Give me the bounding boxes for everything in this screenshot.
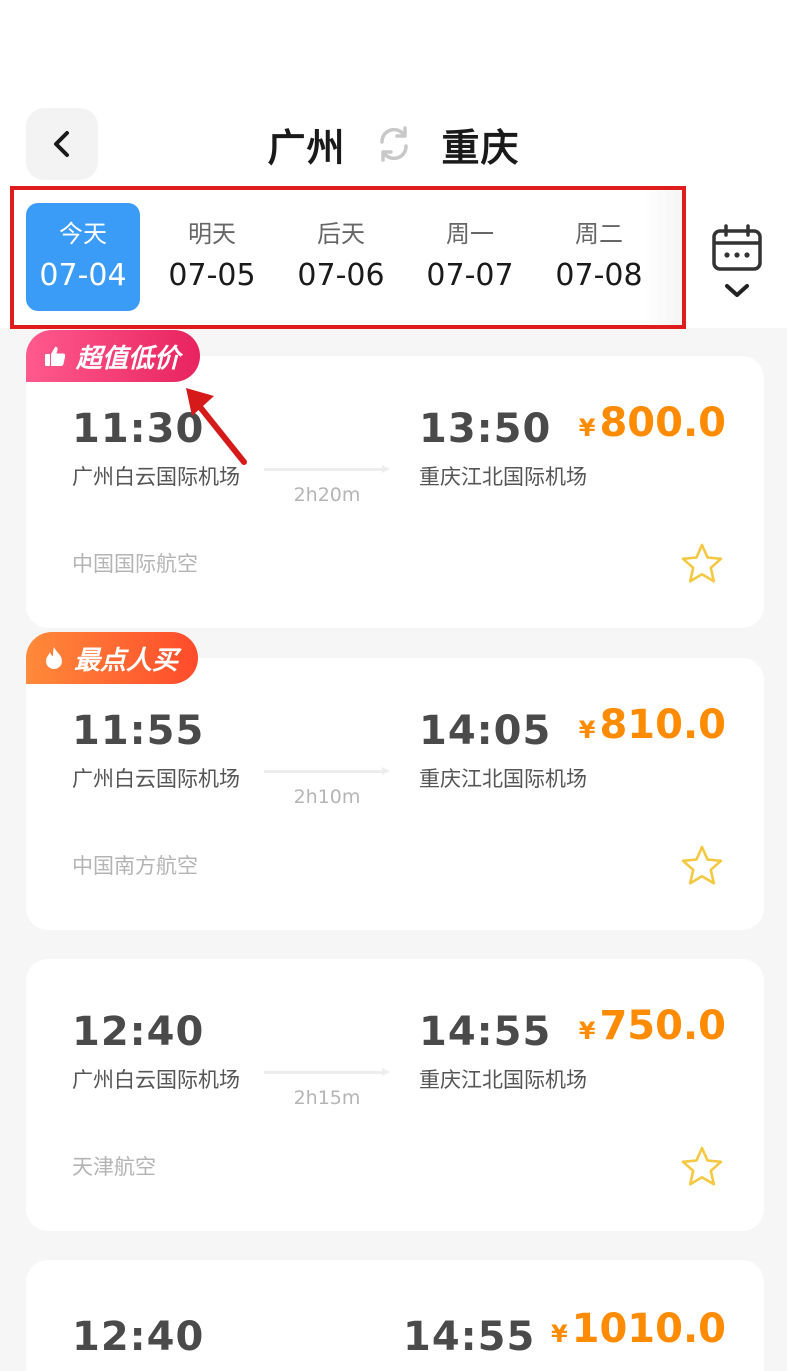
flight-card[interactable]: 11:30 广州白云国际机场 2h20m 13:50 重庆江北国际机场 ¥ 80… — [26, 356, 764, 628]
flight-duration: 2h15m — [293, 1087, 361, 1109]
top-header: 广州 重庆 今天 07-04 明天 07-05 后天 07-06 周一 07-0… — [0, 0, 787, 329]
currency-symbol: ¥ — [578, 1017, 596, 1045]
arrival-airport: 重庆江北国际机场 — [419, 1068, 587, 1092]
date-value: 07-05 — [168, 258, 256, 293]
flight-search-page: 广州 重庆 今天 07-04 明天 07-05 后天 07-06 周一 07-0… — [0, 0, 787, 1371]
calendar-icon — [712, 224, 762, 271]
flight-price: ¥ 1010.0 — [551, 1306, 726, 1352]
flight-price: ¥ 750.0 — [579, 1003, 726, 1049]
date-value: 07-07 — [426, 258, 514, 293]
flight-price: ¥ 810.0 — [579, 702, 726, 748]
date-tab-tuesday[interactable]: 周二 07-08 — [542, 203, 656, 311]
arrival-airport: 重庆江北国际机场 — [419, 465, 587, 489]
duration-arrow — [382, 767, 390, 775]
date-value: 07-04 — [39, 258, 127, 293]
date-value: 07-06 — [297, 258, 385, 293]
duration-arrow — [382, 465, 390, 473]
departure-time: 12:40 — [72, 1009, 205, 1055]
price-value: 750.0 — [599, 1003, 726, 1049]
date-strip: 今天 07-04 明天 07-05 后天 07-06 周一 07-07 周二 0… — [26, 203, 671, 311]
to-city[interactable]: 重庆 — [442, 117, 520, 172]
flight-duration: 2h20m — [293, 484, 361, 506]
badge-label: 超值低价 — [76, 343, 181, 374]
currency-symbol: ¥ — [578, 716, 596, 744]
thumbs-up-icon — [44, 345, 66, 367]
popular-badge: 最点人买 — [26, 632, 199, 684]
date-tab-today[interactable]: 今天 07-04 — [26, 203, 140, 311]
star-outline-icon[interactable] — [680, 1145, 724, 1189]
departure-time: 11:55 — [72, 708, 205, 754]
chevron-down-icon — [725, 284, 749, 297]
price-value: 1010.0 — [571, 1306, 726, 1352]
departure-airport: 广州白云国际机场 — [72, 767, 240, 791]
swap-refresh-icon — [379, 126, 408, 162]
date-tab-tomorrow[interactable]: 明天 07-05 — [155, 203, 269, 311]
arrival-airport: 重庆江北国际机场 — [419, 767, 587, 791]
route-title: 广州 重庆 — [0, 112, 787, 176]
date-weekday: 后天 — [317, 220, 365, 248]
date-weekday: 今天 — [59, 220, 107, 248]
star-outline-icon[interactable] — [680, 542, 724, 586]
date-strip-fade — [642, 190, 682, 325]
price-value: 800.0 — [599, 400, 726, 446]
date-selector-highlight: 今天 07-04 明天 07-05 后天 07-06 周一 07-07 周二 0… — [10, 186, 686, 329]
departure-airport: 广州白云国际机场 — [72, 1068, 240, 1092]
fire-icon — [44, 646, 64, 670]
departure-time: 12:40 — [72, 1314, 205, 1360]
deal-badge: 超值低价 — [26, 330, 201, 382]
arrival-time: 14:55 — [419, 1009, 552, 1055]
flight-price: ¥ 800.0 — [579, 400, 726, 446]
star-outline-icon[interactable] — [680, 844, 724, 888]
duration-line — [264, 468, 382, 471]
duration-line — [264, 1071, 382, 1074]
price-value: 810.0 — [599, 702, 726, 748]
duration-line — [264, 770, 382, 773]
flight-card[interactable]: 12:40 14:55 ¥ 1010.0 — [26, 1260, 764, 1371]
arrival-time: 14:55 — [403, 1314, 536, 1360]
currency-symbol: ¥ — [550, 1320, 568, 1348]
arrival-time: 14:05 — [419, 708, 552, 754]
arrival-time: 13:50 — [419, 406, 552, 452]
swap-cities-button[interactable] — [372, 122, 416, 166]
date-tab-monday[interactable]: 周一 07-07 — [413, 203, 527, 311]
airline-name: 天津航空 — [72, 1155, 156, 1179]
date-tab-day-after[interactable]: 后天 07-06 — [284, 203, 398, 311]
from-city[interactable]: 广州 — [267, 117, 345, 172]
calendar-button[interactable] — [706, 224, 768, 308]
airline-name: 中国南方航空 — [72, 854, 198, 878]
flight-card[interactable]: 12:40 广州白云国际机场 2h15m 14:55 重庆江北国际机场 ¥ 75… — [26, 959, 764, 1231]
flight-card[interactable]: 11:55 广州白云国际机场 2h10m 14:05 重庆江北国际机场 ¥ 81… — [26, 658, 764, 930]
duration-arrow — [382, 1068, 390, 1076]
currency-symbol: ¥ — [578, 414, 596, 442]
airline-name: 中国国际航空 — [72, 552, 198, 576]
date-value: 07-08 — [555, 258, 643, 293]
annotation-arrow-icon — [186, 388, 247, 465]
date-weekday: 明天 — [188, 220, 236, 248]
badge-label: 最点人买 — [74, 645, 179, 676]
date-weekday: 周二 — [575, 220, 623, 248]
flight-duration: 2h10m — [293, 786, 361, 808]
date-weekday: 周一 — [446, 220, 494, 248]
